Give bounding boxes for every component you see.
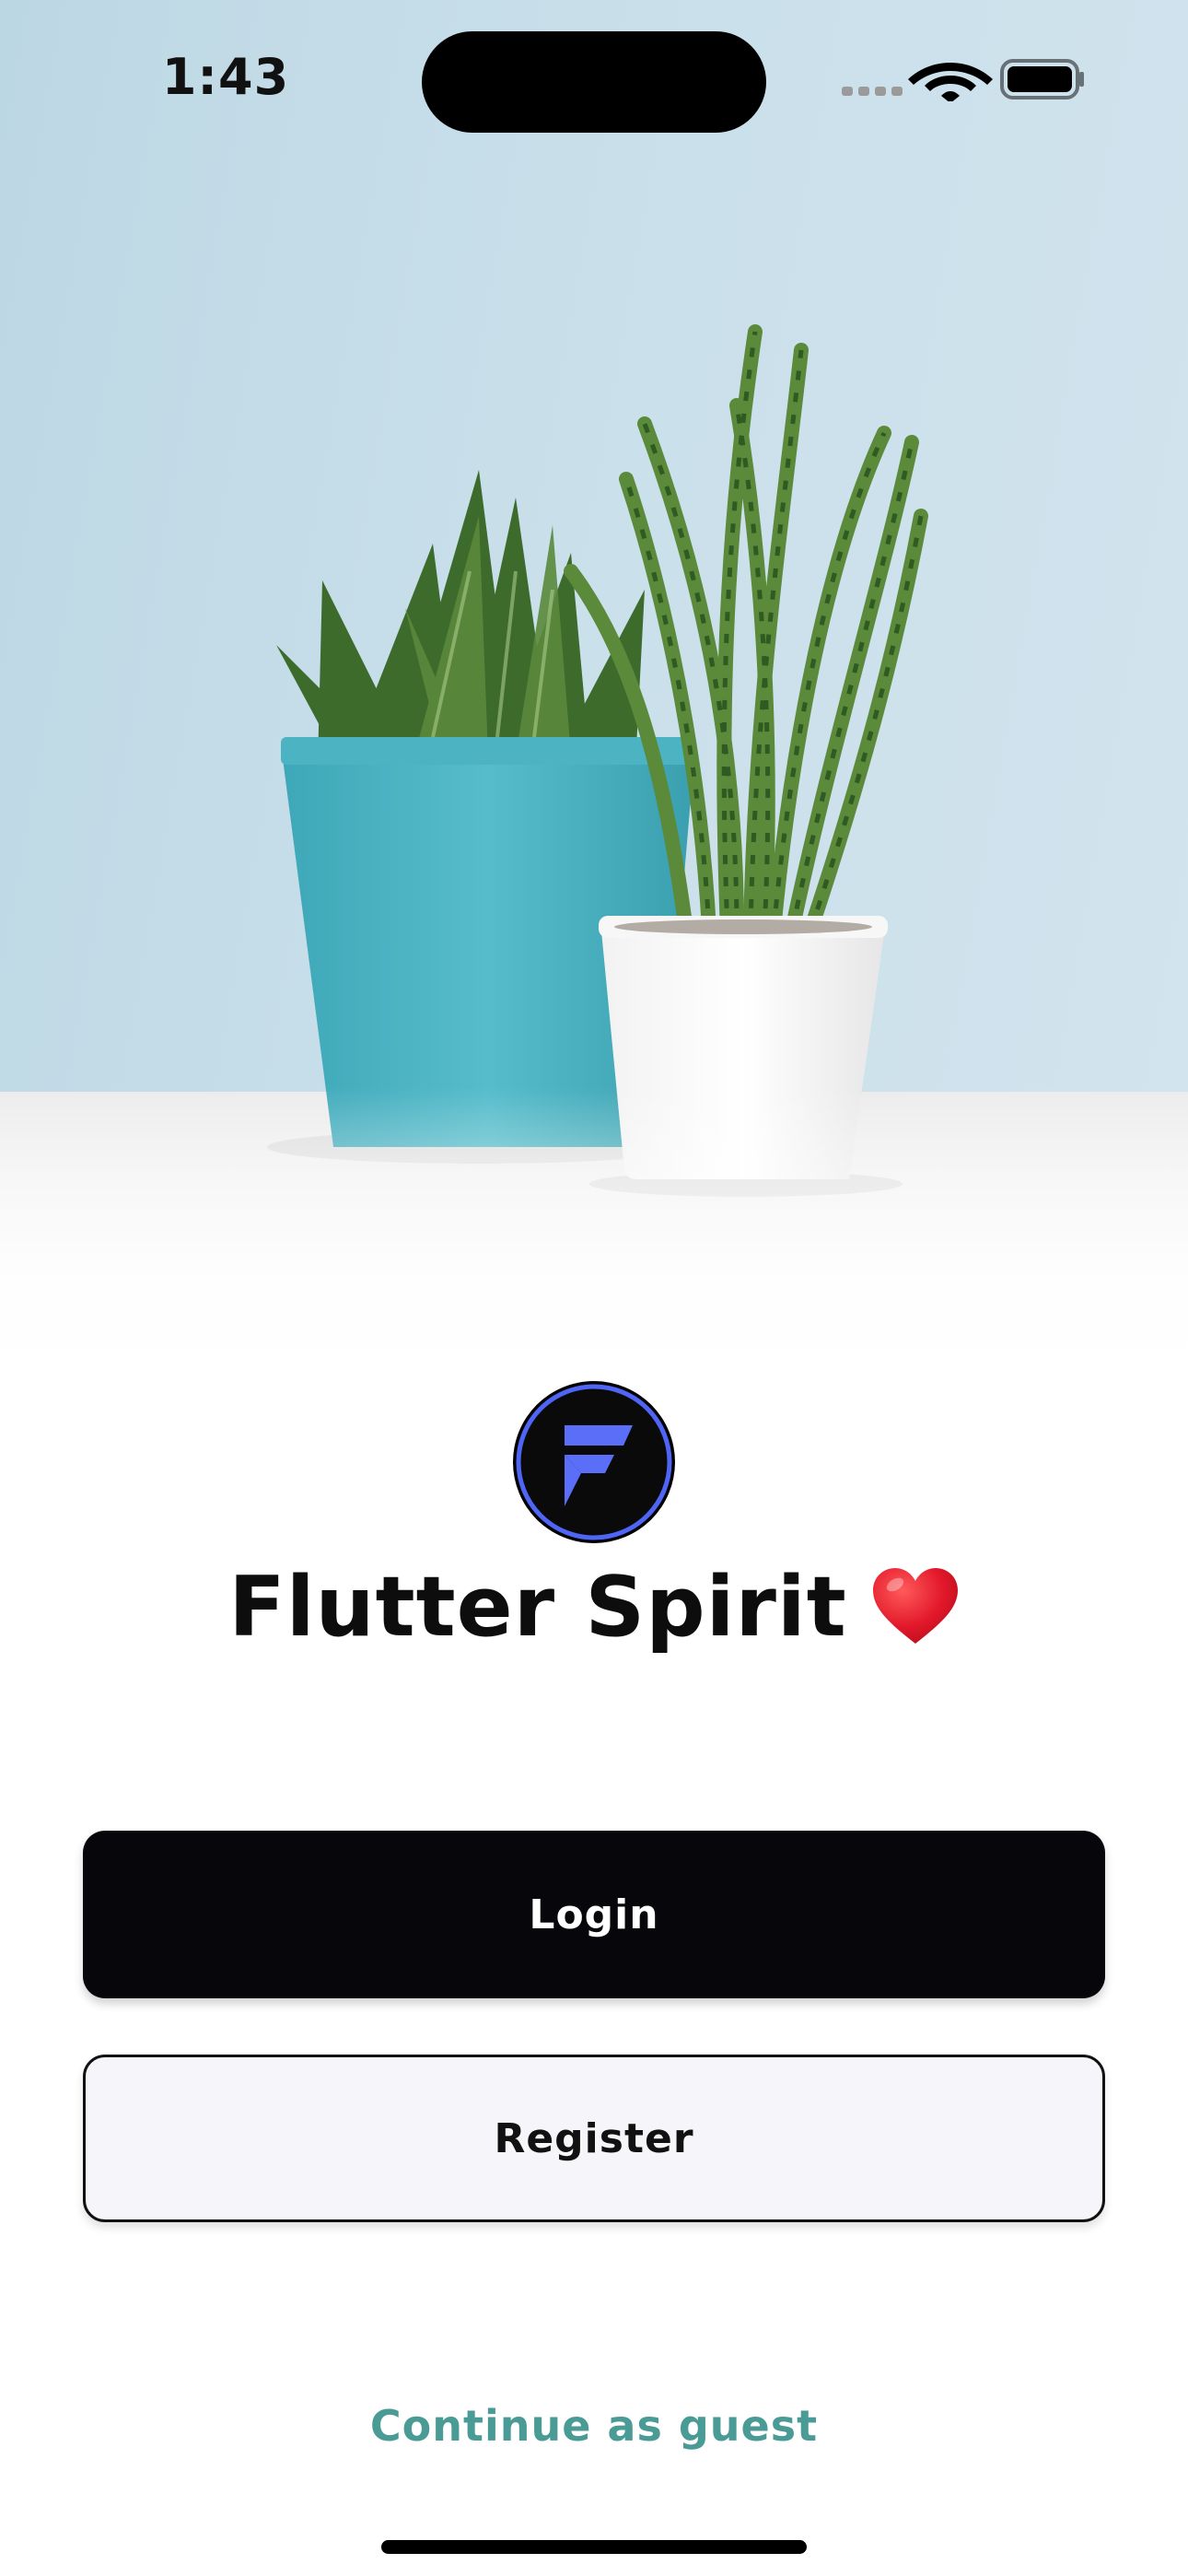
home-indicator <box>381 2540 807 2554</box>
login-button[interactable]: Login <box>83 1831 1105 1998</box>
login-button-label: Login <box>529 1891 659 1938</box>
register-button-label: Register <box>494 2114 694 2162</box>
wifi-icon <box>908 63 993 103</box>
hero-image <box>0 0 1188 1437</box>
app-title-text: Flutter Spirit <box>228 1559 847 1656</box>
welcome-screen: 1:43 Flutter Spirit Login Register Conti… <box>0 0 1188 2576</box>
app-title: Flutter Spirit <box>0 1559 1188 1656</box>
flutter-spirit-logo <box>513 1381 675 1543</box>
cellular-icon <box>842 87 903 96</box>
status-time: 1:43 <box>161 48 290 106</box>
continue-as-guest-link[interactable]: Continue as guest <box>0 2401 1188 2451</box>
heart-icon <box>872 1568 958 1645</box>
register-button[interactable]: Register <box>83 2055 1105 2222</box>
dynamic-island <box>422 31 766 133</box>
status-icons <box>842 55 1085 103</box>
battery-icon <box>1000 59 1084 100</box>
